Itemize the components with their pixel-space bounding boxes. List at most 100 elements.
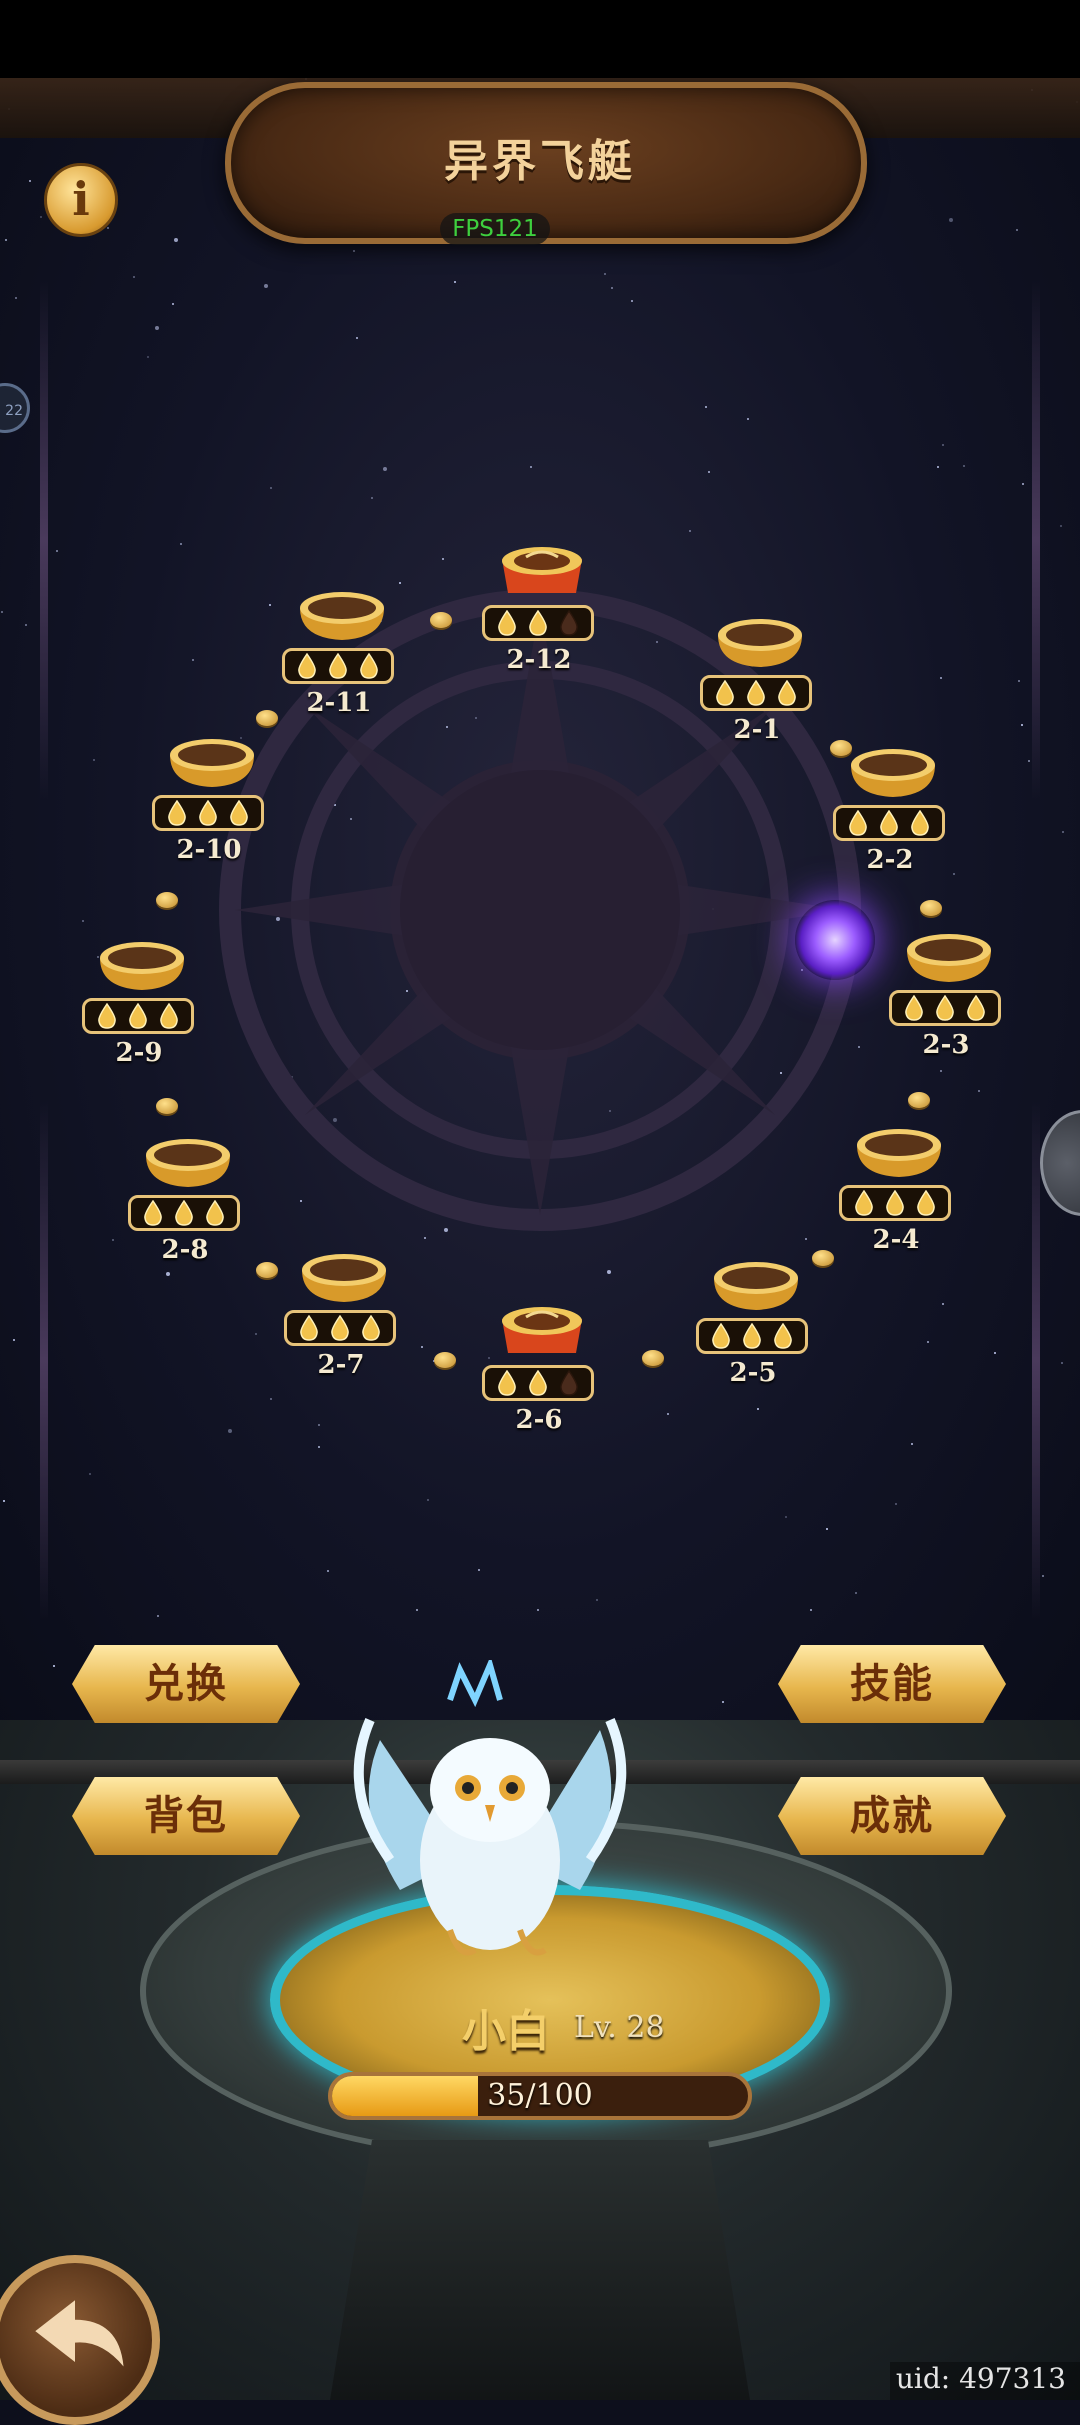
star-filled-icon	[360, 653, 379, 679]
star-filled-icon	[331, 1315, 349, 1341]
level-node-2-8[interactable]: 2-8	[128, 1135, 248, 1265]
star	[147, 356, 149, 358]
star	[747, 418, 749, 420]
star	[172, 303, 174, 305]
star-filled-icon	[778, 680, 797, 706]
level-label: 2-11	[306, 688, 372, 718]
level-node-2-1[interactable]: 2-1	[700, 615, 820, 745]
level-label: 2-9	[115, 1038, 163, 1068]
star	[978, 1090, 980, 1092]
star	[1021, 724, 1023, 726]
backpack-button[interactable]: 背包	[72, 1777, 300, 1855]
star-filled-icon	[129, 1003, 147, 1029]
page-title: 异界飞艇	[444, 136, 636, 187]
path-dot	[812, 1250, 834, 1266]
pet-name: 小白	[462, 2006, 550, 2057]
star	[953, 873, 955, 875]
star	[940, 677, 942, 679]
star-rating	[839, 1185, 951, 1221]
level-node-2-9[interactable]: 2-9	[82, 938, 202, 1068]
level-node-2-7[interactable]: 2-7	[284, 1250, 404, 1380]
star	[1062, 831, 1064, 833]
star	[371, 497, 373, 499]
star	[454, 281, 456, 283]
owl-pet[interactable]	[340, 1660, 640, 1980]
level-label: 2-6	[515, 1405, 563, 1435]
star-filled-icon	[230, 800, 249, 826]
star-filled-icon	[497, 610, 516, 636]
star-rating	[889, 990, 1001, 1026]
level-node-2-11[interactable]: 2-11	[282, 588, 402, 718]
pot-icon	[170, 739, 254, 787]
path-dot	[256, 1262, 278, 1278]
level-node-2-2[interactable]: 2-2	[833, 745, 953, 875]
exchange-button[interactable]: 兑换	[72, 1645, 300, 1723]
pot-icon	[714, 1262, 798, 1310]
star	[963, 465, 965, 467]
achievements-button[interactable]: 成就	[778, 1777, 1006, 1855]
level-node-2-10[interactable]: 2-10	[152, 735, 272, 865]
star	[192, 659, 194, 661]
level-node-2-4[interactable]: 2-4	[839, 1125, 959, 1255]
star	[40, 216, 42, 218]
star-filled-icon	[904, 995, 923, 1021]
star-rating	[82, 998, 194, 1034]
star-filled-icon	[529, 610, 547, 636]
star	[911, 1443, 913, 1445]
star	[949, 218, 953, 222]
star-rating	[284, 1310, 396, 1346]
star	[356, 337, 358, 339]
star-filled-icon	[143, 1200, 162, 1226]
pot-icon	[907, 934, 991, 982]
star	[689, 530, 691, 532]
star-rating	[482, 605, 594, 641]
star	[327, 1570, 329, 1572]
star-filled-icon	[97, 1003, 116, 1029]
star-filled-icon	[362, 1315, 381, 1341]
star	[1060, 525, 1062, 527]
star	[318, 1424, 320, 1426]
star	[1016, 229, 1018, 231]
level-node-2-5[interactable]: 2-5	[696, 1258, 816, 1388]
star	[895, 1503, 897, 1505]
star	[264, 284, 268, 288]
star	[399, 582, 401, 584]
star	[5, 239, 7, 241]
star-filled-icon	[175, 1200, 193, 1226]
star	[705, 406, 707, 408]
star	[1018, 680, 1020, 682]
star	[537, 1609, 539, 1611]
star-filled-icon	[199, 800, 217, 826]
star-empty-icon	[560, 1370, 579, 1396]
star	[180, 543, 182, 545]
star	[611, 287, 613, 289]
star-filled-icon	[967, 995, 986, 1021]
star	[708, 471, 710, 473]
user-id: uid: 497313	[890, 2362, 1080, 2400]
star	[810, 1609, 812, 1611]
skills-button[interactable]: 技能	[778, 1645, 1006, 1723]
left-pillar-decoration	[40, 280, 48, 800]
star	[255, 1333, 257, 1335]
pot-icon	[857, 1129, 941, 1177]
star	[112, 1239, 114, 1241]
level-node-2-12[interactable]: 2-12	[482, 545, 602, 675]
star	[1022, 483, 1024, 485]
star-rating	[482, 1365, 594, 1401]
star	[270, 1398, 272, 1400]
star	[722, 1701, 724, 1703]
star-filled-icon	[167, 800, 186, 826]
star	[604, 273, 606, 275]
path-dot	[920, 900, 942, 916]
level-label: 2-7	[317, 1350, 365, 1380]
path-dot	[434, 1352, 456, 1368]
status-bar	[0, 0, 1080, 78]
star-filled-icon	[936, 995, 954, 1021]
level-label: 2-1	[733, 715, 781, 745]
star	[416, 1609, 418, 1611]
path-dot	[430, 612, 452, 628]
info-icon[interactable]: i	[44, 163, 118, 237]
level-node-2-6[interactable]: 2-6	[482, 1305, 602, 1435]
star-filled-icon	[160, 1003, 179, 1029]
level-node-2-3[interactable]: 2-3	[889, 930, 1009, 1060]
